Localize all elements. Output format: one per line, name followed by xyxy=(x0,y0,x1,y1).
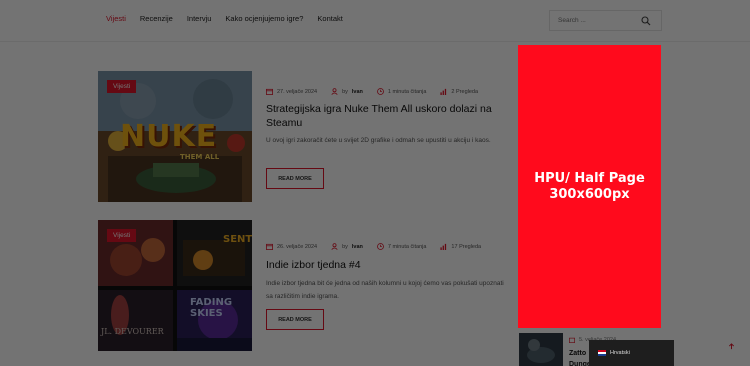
post-meta: 26. veljače 2024 by Ivan 7 minuta čitanj… xyxy=(266,243,481,250)
views-chart-icon xyxy=(440,243,447,250)
category-badge[interactable]: Vijesti xyxy=(107,80,137,93)
nav-item-kako-ocjenjujemo[interactable]: Kako ocjenjujemo igre? xyxy=(225,14,303,23)
artwork-title-3: JL. DEVOURER xyxy=(101,327,164,336)
nav-item-recenzije[interactable]: Recenzije xyxy=(140,14,173,23)
site-header: Vijesti Recenzije Intervju Kako ocjenjuj… xyxy=(0,0,750,42)
read-more-button[interactable]: READ MORE xyxy=(266,309,324,330)
ad-line-1: HPU/ Half Page xyxy=(534,170,645,186)
post-title[interactable]: Strategijska igra Nuke Them All uskoro d… xyxy=(266,102,506,130)
nav-item-kontakt[interactable]: Kontakt xyxy=(317,14,342,23)
post-author[interactable]: Ivan xyxy=(352,89,363,95)
post-excerpt: Indie izbor tjedna bit će jedna od naših… xyxy=(266,280,504,300)
by-label: by xyxy=(342,243,348,250)
ad-line-2: 300x600px xyxy=(549,186,630,202)
croatian-flag-icon xyxy=(598,350,606,356)
arrow-up-icon xyxy=(728,343,735,350)
sidebar-post-thumbnail[interactable] xyxy=(519,333,563,366)
main-nav: Vijesti Recenzije Intervju Kako ocjenjuj… xyxy=(106,14,343,23)
category-badge[interactable]: Vijesti xyxy=(107,229,137,242)
views-chart-icon xyxy=(440,88,447,95)
post-date: 26. veljače 2024 xyxy=(277,243,318,250)
by-label: by xyxy=(342,88,348,95)
post-meta: 27. veljače 2024 by Ivan 1 minuta čitanj… xyxy=(266,88,478,95)
post-excerpt: U ovoj igri zakoračit ćete u svijet 2D g… xyxy=(266,137,491,144)
language-label: Hrvatski xyxy=(610,350,630,356)
calendar-icon xyxy=(266,243,273,250)
post-thumbnail[interactable]: NUKE THEM ALL Vijesti xyxy=(98,71,252,202)
page: Vijesti Recenzije Intervju Kako ocjenjuj… xyxy=(0,0,750,366)
read-more-button[interactable]: READ MORE xyxy=(266,168,324,189)
post-date: 27. veljače 2024 xyxy=(277,88,318,95)
clock-icon xyxy=(377,88,384,95)
artwork-title: SENT xyxy=(223,234,252,245)
language-selector[interactable]: Hrvatski xyxy=(589,340,674,366)
search-input[interactable] xyxy=(558,17,638,24)
calendar-icon xyxy=(569,337,575,343)
half-page-ad[interactable]: HPU/ Half Page 300x600px xyxy=(518,45,661,328)
scroll-to-top-button[interactable] xyxy=(724,339,739,354)
nav-item-vijesti[interactable]: Vijesti xyxy=(106,14,126,23)
artwork-title: NUKE xyxy=(120,119,218,154)
post-thumbnail[interactable]: SENT FADING SKIES JL. DEVOURER Vijesti xyxy=(98,220,252,351)
search-box xyxy=(549,10,662,31)
calendar-icon xyxy=(266,88,273,95)
clock-icon xyxy=(377,243,384,250)
view-count: 2 Pregleda xyxy=(451,88,479,95)
read-time: 7 minuta čitanja xyxy=(387,243,427,250)
post-card: SENT FADING SKIES JL. DEVOURER Vijesti 2… xyxy=(98,220,504,355)
read-time: 1 minuta čitanja xyxy=(387,88,427,95)
nav-item-intervju[interactable]: Intervju xyxy=(187,14,212,23)
artwork-subtitle: THEM ALL xyxy=(180,153,220,161)
post-title[interactable]: Indie izbor tjedna #4 xyxy=(266,258,506,272)
user-icon xyxy=(331,88,338,95)
artwork-title-2: FADING SKIES xyxy=(190,297,233,319)
post-card: NUKE THEM ALL Vijesti 27. veljače 2024 b… xyxy=(98,71,498,211)
view-count: 17 Pregleda xyxy=(451,243,482,250)
post-author[interactable]: Ivan xyxy=(352,244,363,250)
user-icon xyxy=(331,243,338,250)
sidebar-post-artwork xyxy=(519,333,563,366)
search-icon[interactable] xyxy=(641,16,651,26)
